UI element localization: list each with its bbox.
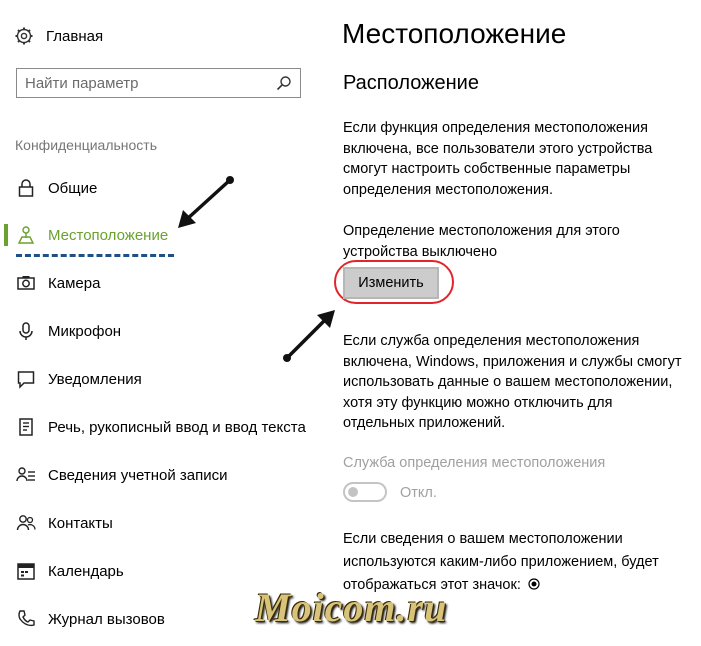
sidebar-item-label: Журнал вызовов	[48, 610, 165, 628]
microphone-icon	[19, 322, 33, 340]
camera-icon	[17, 276, 35, 290]
service-description: Если служба определения местоположения в…	[343, 333, 682, 431]
search-input[interactable]: Найти параметр	[16, 68, 301, 98]
sidebar-item-contacts[interactable]: Контакты	[0, 508, 330, 538]
annotation-arrow-icon	[283, 310, 335, 362]
location-service-toggle[interactable]	[343, 482, 387, 502]
calendar-icon	[17, 563, 35, 580]
home-link[interactable]: Главная	[14, 24, 103, 48]
sidebar-item-label: Уведомления	[48, 370, 142, 388]
dashed-underline	[16, 254, 174, 257]
notifications-icon	[17, 371, 35, 389]
sidebar-item-label: Общие	[48, 179, 98, 197]
sidebar-item-calendar[interactable]: Календарь	[0, 556, 330, 586]
contacts-icon	[16, 515, 36, 531]
sidebar-item-label: Микрофон	[48, 322, 122, 340]
account-info-icon	[16, 467, 35, 482]
call-history-icon	[18, 610, 35, 627]
toggle-knob	[348, 487, 358, 497]
sidebar-item-account-info[interactable]: Сведения учетной записи	[0, 460, 330, 490]
sidebar-item-label: Сведения учетной записи	[48, 466, 228, 484]
sidebar-item-label: Календарь	[48, 562, 124, 580]
location-indicator-icon	[528, 578, 540, 590]
change-button[interactable]: Изменить	[343, 267, 439, 299]
location-description: Если функция определения местоположения …	[343, 120, 653, 198]
location-icon	[17, 226, 35, 244]
search-placeholder: Найти параметр	[25, 74, 139, 92]
page-title: Местоположение	[342, 18, 567, 49]
annotation-arrow-icon	[178, 176, 234, 228]
toggle-state-label: Откл.	[400, 485, 437, 501]
speech-icon	[19, 418, 33, 436]
sidebar-item-label: Речь, рукописный ввод и ввод текста	[48, 418, 306, 436]
sidebar-item-location[interactable]: Местоположение	[0, 220, 330, 250]
sidebar-item-general[interactable]: Общие	[0, 173, 330, 203]
location-service-label: Служба определения местоположения	[343, 455, 606, 471]
search-icon	[276, 76, 291, 91]
watermark: Moicom.ru	[255, 585, 448, 630]
device-location-status: Определение местоположения для этого уст…	[343, 223, 620, 260]
sidebar-item-camera[interactable]: Камера	[0, 268, 330, 298]
section-title: Конфиденциальность	[15, 137, 158, 153]
home-label: Главная	[46, 27, 104, 45]
lock-icon	[18, 179, 34, 197]
gear-icon	[15, 27, 33, 45]
sidebar-item-label: Местоположение	[48, 226, 169, 244]
sidebar-item-label: Контакты	[48, 514, 113, 532]
sidebar-item-label: Камера	[48, 274, 101, 292]
active-indicator	[4, 224, 8, 246]
section-subtitle: Расположение	[343, 72, 479, 94]
sidebar-item-speech[interactable]: Речь, рукописный ввод и ввод текста	[0, 412, 330, 442]
